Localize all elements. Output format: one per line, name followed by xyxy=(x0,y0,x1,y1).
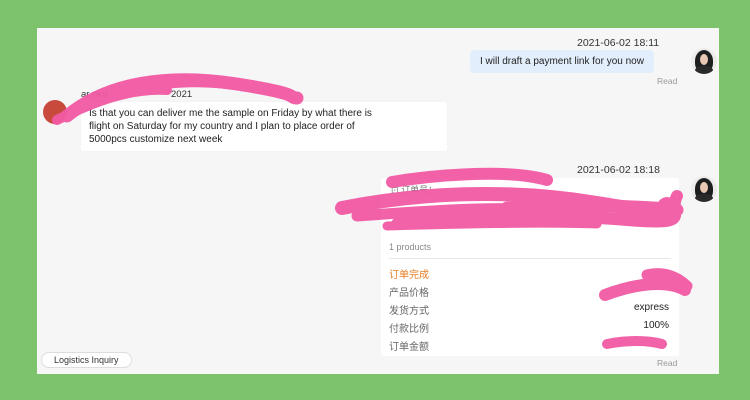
payment-ratio-value: 100% xyxy=(643,320,669,331)
message-timestamp: 2021-06-02 18:18 xyxy=(577,164,660,176)
incoming-message-bubble[interactable]: Is that you can deliver me the sample on… xyxy=(81,102,447,151)
user-avatar[interactable] xyxy=(691,48,717,74)
shipping-method-value: express xyxy=(633,302,669,313)
sender-name: ar nku xyxy=(81,89,108,100)
user-avatar[interactable] xyxy=(691,176,717,202)
read-receipt: Read xyxy=(657,76,678,86)
payment-ratio-label: 付款比例 xyxy=(389,324,429,335)
contact-avatar[interactable] xyxy=(43,100,67,124)
product-price-label: 产品价格 xyxy=(389,288,429,299)
order-icon: ⊡ xyxy=(391,185,399,195)
message-line: Is that you can deliver me the sample on… xyxy=(89,108,372,119)
shipping-method-label: 发货方式 xyxy=(389,306,429,317)
message-timestamp: 2021-06-02 18:11 xyxy=(577,37,660,49)
card-divider xyxy=(389,258,671,259)
order-number-label: ⊡ 订单号： xyxy=(391,185,438,195)
logistics-inquiry-chip[interactable]: Logistics Inquiry xyxy=(41,352,132,368)
sender-date: 2021 xyxy=(171,89,193,100)
order-amount-label: 订单金额 xyxy=(389,342,429,353)
read-receipt: Read xyxy=(657,358,678,368)
chat-window: 2021-06-02 18:11 I will draft a payment … xyxy=(37,28,719,374)
message-line: flight on Saturday for my country and I … xyxy=(89,121,355,132)
outgoing-message-bubble[interactable]: I will draft a payment link for you now xyxy=(470,50,654,73)
products-count: 1 products xyxy=(389,242,432,252)
order-status: 订单完成 xyxy=(389,270,429,281)
message-line: 5000pcs customize next week xyxy=(89,134,223,145)
order-card[interactable]: ⊡ 订单号： 1 products 订单完成 产品价格 发货方式 express… xyxy=(381,178,679,356)
redaction-mark xyxy=(142,78,297,101)
